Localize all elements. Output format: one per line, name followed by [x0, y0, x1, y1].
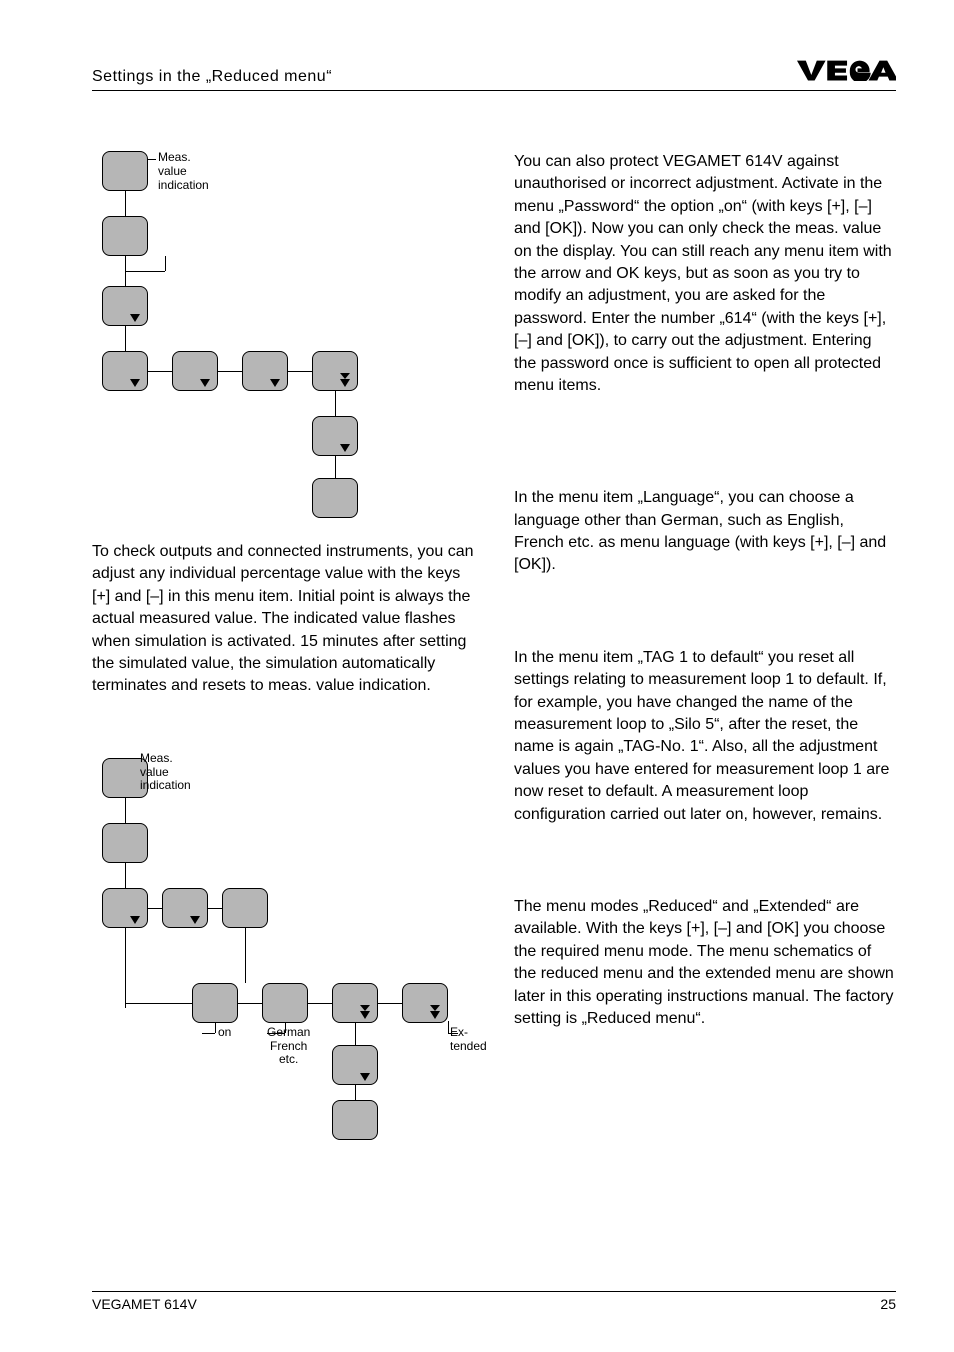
- paragraph: In the menu item „TAG 1 to default“ you …: [514, 647, 896, 826]
- diagram-line: [125, 798, 126, 823]
- diagram-line: [238, 1003, 262, 1004]
- menu-diagram-2: Meas. value indication: [92, 758, 474, 1118]
- diagram-line: [288, 371, 312, 372]
- diagram-line: [125, 928, 126, 1008]
- diagram-box: [192, 983, 238, 1023]
- diagram-line: [215, 1023, 216, 1033]
- diagram-box: [312, 478, 358, 518]
- diagram-box: [162, 888, 208, 928]
- footer-page-number: 25: [880, 1296, 896, 1312]
- diagram-box: [332, 983, 378, 1023]
- diagram-label: Meas. value indication: [140, 752, 191, 793]
- arrow-down-icon: [190, 916, 200, 924]
- header-title: Settings in the „Reduced menu“: [92, 68, 332, 86]
- diagram-box: [102, 351, 148, 391]
- arrow-down-icon: [130, 314, 140, 322]
- diagram-box: [332, 1045, 378, 1085]
- paragraph: The menu modes „Reduced“ and „Extended“ …: [514, 896, 896, 1030]
- diagram-label: Meas. value indication: [158, 151, 209, 192]
- right-column: You can also protect VEGAMET 614V agains…: [514, 151, 896, 1138]
- diagram-box: [312, 416, 358, 456]
- diagram-line: [148, 908, 162, 909]
- diagram-line: [335, 456, 336, 478]
- diagram-box: [242, 351, 288, 391]
- diagram-box: [222, 888, 268, 928]
- page: Settings in the „Reduced menu“ Meas. val…: [0, 0, 954, 1352]
- arrow-double-down-icon: [430, 1011, 440, 1019]
- body-text: To check outputs and connected instrumen…: [92, 541, 474, 698]
- diagram-line: [125, 863, 126, 888]
- content-columns: Meas. value indication: [92, 151, 896, 1138]
- diagram-box: [102, 286, 148, 326]
- menu-diagram-1: Meas. value indication: [92, 151, 474, 521]
- diagram-line: [208, 908, 222, 909]
- diagram-line: [125, 1003, 192, 1004]
- diagram-line: [355, 1085, 356, 1100]
- diagram-label-on: on: [218, 1026, 231, 1040]
- diagram-box: [332, 1100, 378, 1140]
- diagram-line: [218, 371, 242, 372]
- diagram-box: [312, 351, 358, 391]
- diagram-line: [125, 326, 126, 351]
- diagram-box: [172, 351, 218, 391]
- arrow-down-icon: [130, 379, 140, 387]
- left-column: Meas. value indication: [92, 151, 474, 1138]
- arrow-down-icon: [130, 916, 140, 924]
- diagram-label-lang: German French etc.: [267, 1026, 310, 1067]
- diagram-line: [165, 256, 166, 271]
- footer-product: VEGAMET 614V: [92, 1296, 197, 1312]
- diagram-line: [148, 371, 172, 372]
- arrow-down-icon: [270, 379, 280, 387]
- page-footer: VEGAMET 614V 25: [92, 1291, 896, 1312]
- arrow-down-icon: [340, 444, 350, 452]
- arrow-down-icon: [200, 379, 210, 387]
- diagram-box: [102, 888, 148, 928]
- page-header: Settings in the „Reduced menu“: [92, 52, 896, 91]
- vega-logo: [797, 59, 896, 86]
- diagram-line: [245, 928, 246, 983]
- arrow-double-down-icon: [340, 379, 350, 387]
- diagram-box: [102, 216, 148, 256]
- diagram-box: [402, 983, 448, 1023]
- diagram-box: [102, 151, 148, 191]
- diagram-line: [378, 1003, 402, 1004]
- diagram-line: [125, 271, 165, 272]
- diagram-line: [148, 159, 156, 160]
- arrow-down-icon: [360, 1073, 370, 1081]
- diagram-line: [355, 1023, 356, 1045]
- diagram-line: [308, 1003, 332, 1004]
- diagram-label-extended: Ex- tended: [450, 1026, 487, 1054]
- diagram-line: [202, 1033, 215, 1034]
- diagram-box: [262, 983, 308, 1023]
- paragraph: To check outputs and connected instrumen…: [92, 541, 474, 698]
- paragraph: You can also protect VEGAMET 614V agains…: [514, 151, 896, 397]
- paragraph: In the menu item „Language“, you can cho…: [514, 487, 896, 577]
- diagram-box: [102, 823, 148, 863]
- arrow-double-down-icon: [360, 1011, 370, 1019]
- diagram-line: [448, 1021, 449, 1033]
- diagram-line: [125, 191, 126, 216]
- diagram-line: [335, 391, 336, 416]
